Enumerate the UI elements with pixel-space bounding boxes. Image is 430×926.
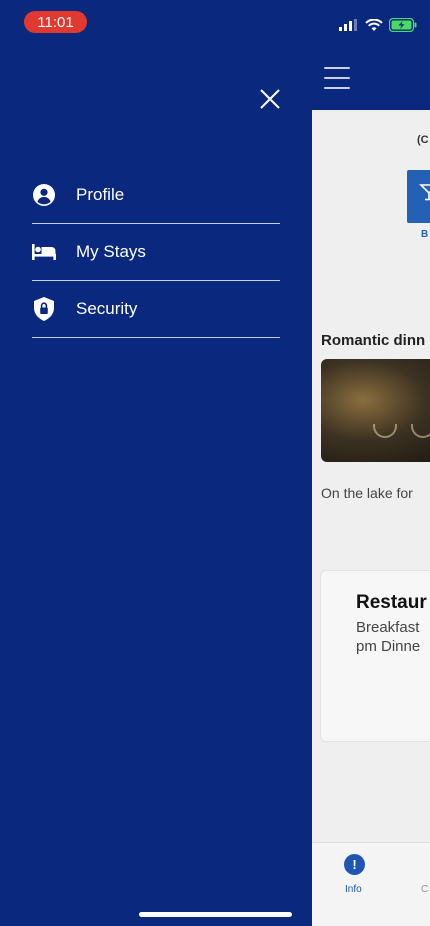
menu-item-label: My Stays (76, 242, 146, 261)
close-button[interactable] (256, 85, 284, 113)
wifi-icon (365, 18, 383, 31)
status-icons (339, 17, 417, 33)
offer-photo[interactable] (321, 359, 430, 462)
offer-description: On the lake for (321, 485, 413, 501)
drawer-menu: Profile My Stays Security (32, 167, 280, 338)
signal-icon (339, 19, 357, 31)
user-circle-icon (32, 183, 56, 207)
bed-icon (32, 240, 56, 264)
info-icon[interactable]: ! (344, 854, 365, 875)
status-time: 11:01 (24, 11, 87, 33)
category-tile[interactable] (407, 170, 430, 223)
menu-item-label: Security (76, 299, 138, 318)
restaurant-card[interactable]: Restaur Breakfast pm Dinne (320, 570, 430, 742)
close-icon (260, 89, 280, 109)
category-tile-label: B (421, 229, 429, 240)
restaurant-title: Restaur (356, 592, 427, 613)
tab-info-label[interactable]: Info (345, 884, 362, 895)
tab-next-label[interactable]: C (421, 884, 428, 895)
menu-item-my-stays[interactable]: My Stays (32, 224, 280, 281)
home-indicator[interactable] (139, 912, 292, 917)
menu-item-security[interactable]: Security (32, 281, 280, 338)
restaurant-hours-line-2: pm Dinne (356, 638, 421, 655)
cocktail-icon (419, 184, 430, 201)
screen: (C B Romantic dinn On the lake for Resta… (0, 0, 430, 926)
menu-item-label: Profile (76, 185, 125, 204)
shield-lock-icon (32, 297, 56, 321)
offer-title: Romantic dinn (321, 332, 426, 349)
menu-item-profile[interactable]: Profile (32, 167, 280, 224)
navigation-drawer: 11:01 Profile My Stays Security (0, 0, 312, 926)
battery-charging-icon (389, 18, 417, 32)
restaurant-hours-line-1: Breakfast (356, 619, 420, 636)
menu-icon[interactable] (324, 67, 350, 89)
section-subtitle: (C (417, 134, 429, 146)
